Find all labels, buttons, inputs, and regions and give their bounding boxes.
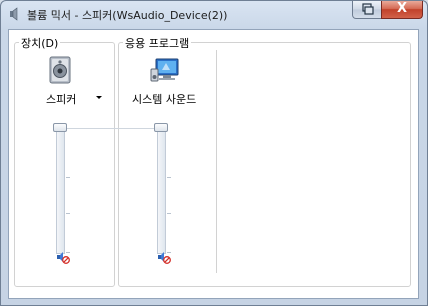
restore-button[interactable]: [352, 1, 382, 19]
device-mute-button[interactable]: [56, 250, 70, 264]
volume-mixer-window: 볼륨 믹서 - 스피커(WsAudio_Device(2)) X 장치(D) 응…: [0, 0, 428, 306]
app-name: 시스템 사운드: [132, 93, 197, 106]
device-group-title: 장치(D): [19, 35, 61, 51]
muted-speaker-icon: [158, 252, 171, 264]
app-mute-button[interactable]: [157, 250, 171, 264]
device-dropdown-arrow[interactable]: [96, 96, 102, 99]
speaker-device-icon[interactable]: [47, 56, 73, 84]
app-tick: [167, 213, 171, 214]
mixer-panel: 장치(D) 응용 프로그램 스피커 시스템 사운드: [8, 29, 419, 299]
device-volume-slider[interactable]: [53, 123, 67, 132]
peak-line: [67, 128, 155, 129]
apps-group-title: 응용 프로그램: [123, 35, 192, 51]
device-volume-track[interactable]: [56, 124, 65, 254]
device-name[interactable]: 스피커: [46, 91, 76, 107]
device-tick: [66, 213, 70, 214]
app-tick: [167, 177, 171, 178]
app-volume-slider[interactable]: [154, 123, 168, 132]
app-volume-track[interactable]: [157, 124, 166, 254]
device-tick: [66, 177, 70, 178]
muted-speaker-icon: [57, 252, 70, 264]
speaker-app-icon: [10, 7, 18, 21]
title-bar[interactable]: 볼륨 믹서 - 스피커(WsAudio_Device(2)) X: [1, 1, 427, 27]
column-separator: [216, 50, 217, 273]
system-sounds-icon[interactable]: [150, 58, 182, 84]
restore-icon: [362, 3, 374, 15]
window-title: 볼륨 믹서 - 스피커(WsAudio_Device(2)): [27, 9, 228, 22]
close-button[interactable]: X: [381, 1, 423, 19]
